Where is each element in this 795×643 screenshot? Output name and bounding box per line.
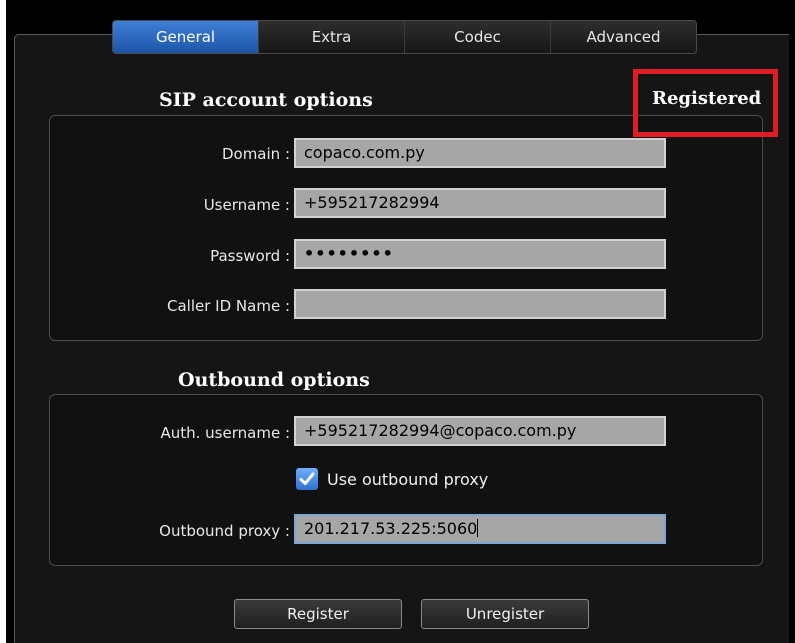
username-label: Username : [203,196,290,214]
tab-bar: General Extra Codec Advanced [112,20,697,54]
use-proxy-row[interactable]: Use outbound proxy [296,468,488,490]
domain-label: Domain : [221,145,290,163]
sip-section-title: SIP account options [159,89,373,111]
use-proxy-label: Use outbound proxy [327,469,489,489]
tab-general[interactable]: General [113,21,259,53]
password-field[interactable]: •••••••• [294,239,666,269]
use-proxy-checkbox[interactable] [296,468,318,490]
tab-extra[interactable]: Extra [259,21,405,53]
auth-username-label: Auth. username : [160,424,290,442]
username-field[interactable]: +595217282994 [294,188,666,218]
outbound-proxy-value: 201.217.53.225:5060 [304,519,478,538]
outbound-proxy-label: Outbound proxy : [159,522,290,540]
caller-id-field[interactable] [294,289,666,319]
domain-field[interactable]: copaco.com.py [294,138,666,168]
tab-codec[interactable]: Codec [405,21,551,53]
text-caret [477,519,479,537]
registration-status: Registered [633,69,778,137]
password-label: Password : [210,247,290,265]
unregister-button[interactable]: Unregister [421,599,589,629]
register-button[interactable]: Register [234,599,402,629]
checkmark-icon [299,472,315,485]
caller-id-label: Caller ID Name : [167,297,290,315]
tab-advanced[interactable]: Advanced [551,21,696,53]
outbound-proxy-field[interactable]: 201.217.53.225:5060 [294,514,666,544]
outbound-section-title: Outbound options [178,369,370,391]
auth-username-field[interactable]: +595217282994@copaco.com.py [294,416,666,446]
